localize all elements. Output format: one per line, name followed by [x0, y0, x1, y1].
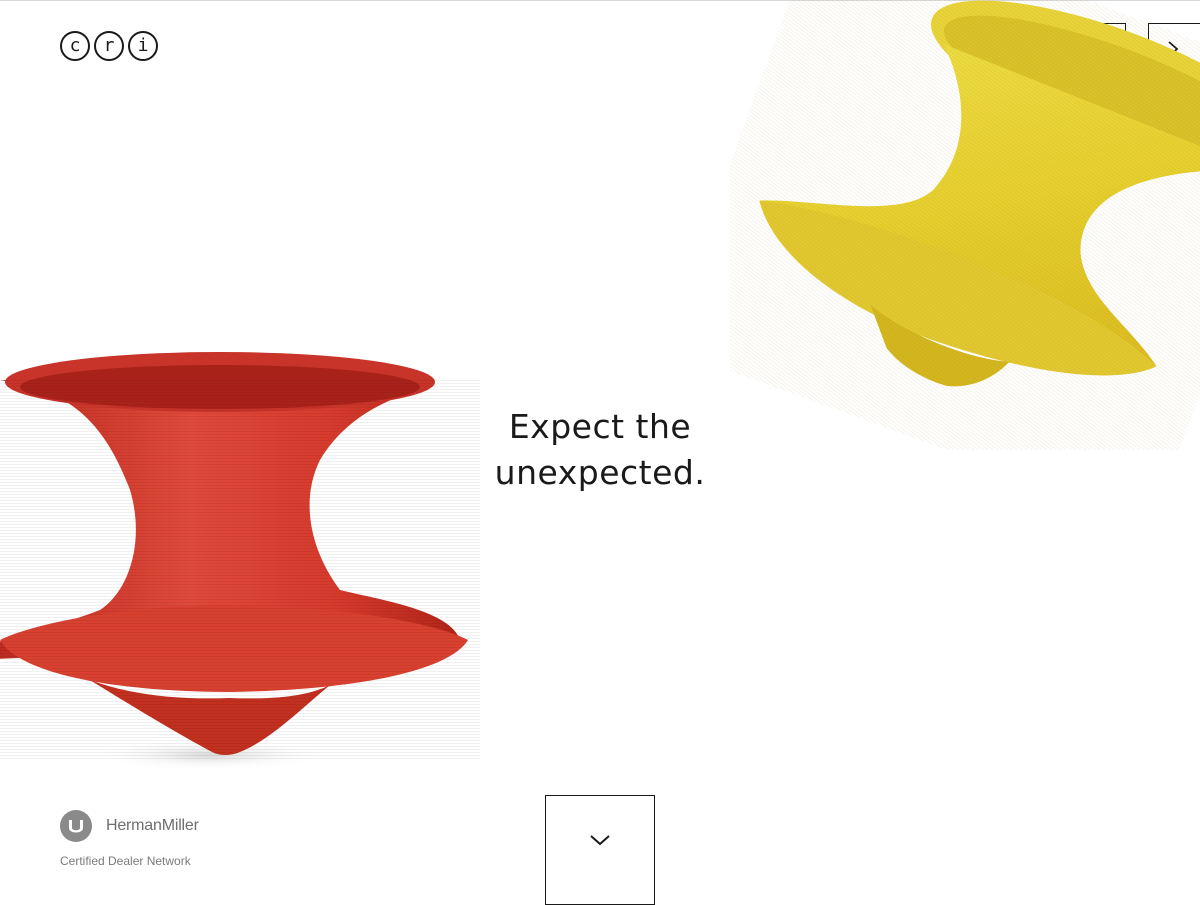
herman-miller-logo [60, 810, 92, 842]
dealer-brand-name: HermanMiller [106, 817, 199, 834]
logo-letter-i: i [128, 31, 158, 61]
hero-headline: Expect the unexpected. [400, 404, 800, 496]
dealer-network-label: Certified Dealer Network [60, 854, 191, 868]
logo-letter-r: r [94, 31, 124, 61]
logo-letter-c: c [60, 31, 90, 61]
hero-headline-line-2: unexpected. [494, 453, 706, 492]
chevron-down-icon [590, 835, 610, 846]
yellow-spun-chair-image [730, 0, 1200, 450]
site-logo[interactable]: c r i [60, 31, 158, 61]
hero-headline-line-1: Expect the [508, 407, 692, 446]
dealer-badge[interactable]: HermanMiller Certified Dealer Network [60, 810, 199, 868]
scroll-down-button[interactable] [545, 795, 655, 905]
